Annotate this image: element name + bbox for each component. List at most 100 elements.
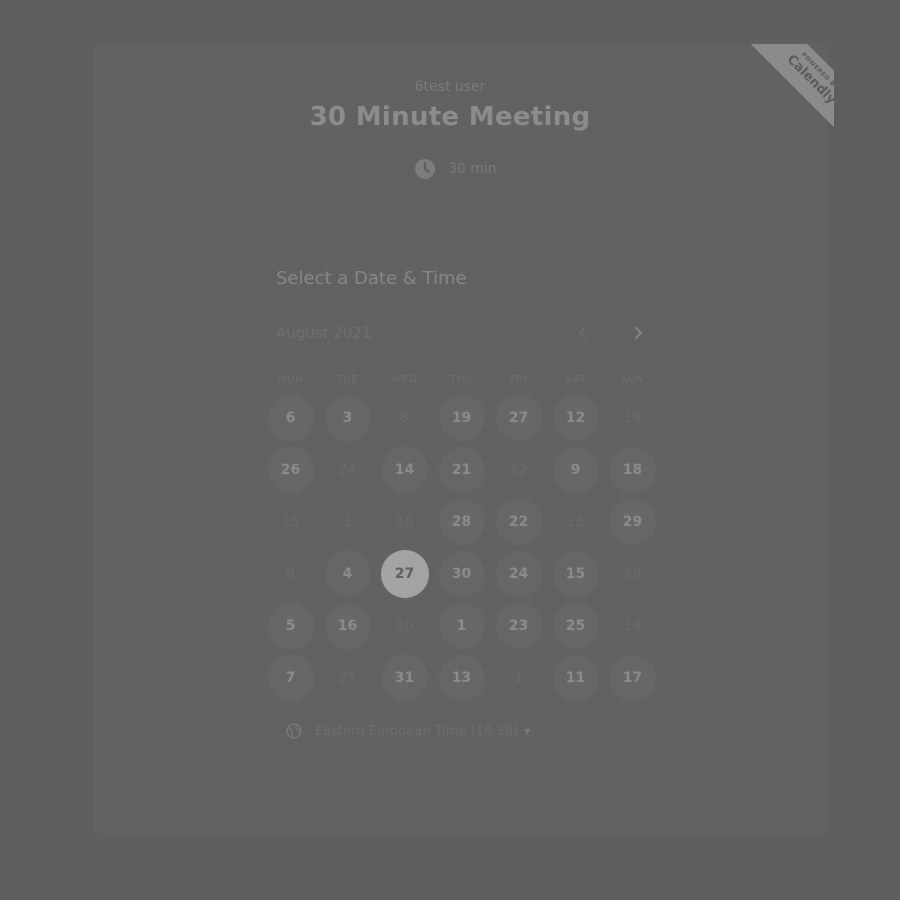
calendar-cell: 25 (547, 600, 604, 652)
weekday-tue: TUE (336, 374, 359, 385)
weekday-sun: SUN (621, 374, 644, 385)
weekday-mon: MON (277, 374, 304, 385)
calendar-day-unavailable: 10 (395, 618, 414, 634)
previous-month-button[interactable] (573, 322, 593, 344)
calendar-cell: 11 (547, 652, 604, 704)
calendar-day-unavailable: 29 (623, 566, 642, 582)
calendar-day-available[interactable]: 22 (495, 499, 542, 545)
calendar-day-available[interactable]: 7 (267, 655, 314, 701)
powered-by-ribbon[interactable]: POWERED BY Calendly (728, 44, 834, 152)
calendar-cell: 13 (547, 496, 604, 548)
calendar-day-unavailable: 8 (286, 566, 295, 582)
calendar-day-unavailable: 18 (395, 514, 414, 530)
calendar-cell: 18 (376, 496, 433, 548)
calendar-grid: 6 3 8 19 27 12 19 26 24 14 21 22 9 18 15 1 18 28 22 13 29 8 4 2… (262, 392, 661, 704)
calendar-day-available[interactable]: 23 (495, 603, 542, 649)
calendar-cell: 17 (604, 652, 661, 704)
weekday-wed: WED (391, 374, 418, 385)
calendar-cell: 29 (604, 548, 661, 600)
calendar-cell: 19 (433, 392, 490, 444)
calendar-cell: 27 (490, 392, 547, 444)
powered-by-badge[interactable]: POWERED BY Calendly (720, 44, 834, 152)
calendar-day-available[interactable]: 15 (552, 551, 599, 597)
calendar-cell: 15 (547, 548, 604, 600)
calendar-day-available[interactable]: 21 (438, 447, 485, 493)
calendar-cell: 7 (262, 652, 319, 704)
calendar-cell: 24 (490, 548, 547, 600)
calendar-day-available[interactable]: 4 (324, 551, 371, 597)
calendar-cell: 15 (262, 496, 319, 548)
caret-down-icon: ▼ (524, 726, 531, 736)
calendar-cell: 27 (376, 548, 433, 600)
month-label: August 2021 (276, 324, 372, 342)
select-date-heading: Select a Date & Time (276, 268, 467, 289)
calendar-day-unavailable: 8 (400, 410, 409, 426)
calendar-cell: 8 (262, 548, 319, 600)
weekday-header: MON TUE WED THU FRI SAT SUN (262, 374, 658, 385)
calendar-day-unavailable: 1 (343, 514, 352, 530)
calendar-cell: 14 (604, 600, 661, 652)
calendar-day-available[interactable]: 25 (552, 603, 599, 649)
calendar-day-unavailable: 15 (281, 514, 300, 530)
calendar-cell: 28 (433, 496, 490, 548)
calendar-cell: 29 (604, 496, 661, 548)
calendar-day-available[interactable]: 9 (552, 447, 599, 493)
calendar-day-available[interactable]: 5 (267, 603, 314, 649)
calendar-cell: 16 (319, 600, 376, 652)
calendar-cell: 18 (604, 444, 661, 496)
calendar-day-available[interactable]: 14 (381, 447, 428, 493)
calendar-day-available[interactable]: 24 (495, 551, 542, 597)
calendar-cell: 1 (433, 600, 490, 652)
calendar-day-unavailable: 14 (623, 618, 642, 634)
chevron-left-icon (578, 327, 586, 339)
calendar-day-available[interactable]: 16 (324, 603, 371, 649)
calendar-day-available[interactable]: 27 (495, 395, 542, 441)
calendar-day-available[interactable]: 6 (267, 395, 314, 441)
calendar-day-unavailable: 1 (514, 670, 523, 686)
calendar-day-available[interactable]: 17 (609, 655, 656, 701)
weekday-thu: THU (450, 374, 473, 385)
calendar-cell: 31 (376, 652, 433, 704)
calendar-day-available[interactable]: 19 (438, 395, 485, 441)
calendar-day-available[interactable]: 3 (324, 395, 371, 441)
calendar-day-available[interactable]: 31 (381, 655, 428, 701)
calendar-day-available[interactable]: 13 (438, 655, 485, 701)
calendar-cell: 4 (319, 548, 376, 600)
calendar-cell: 22 (490, 444, 547, 496)
calendar-cell: 21 (433, 444, 490, 496)
calendar-cell: 22 (490, 496, 547, 548)
event-title: 30 Minute Meeting (309, 102, 591, 132)
calendar-day-available[interactable]: 11 (552, 655, 599, 701)
calendar-cell: 3 (319, 392, 376, 444)
calendar-day-available[interactable]: 30 (438, 551, 485, 597)
calendar-day-available[interactable]: 26 (267, 447, 314, 493)
clock-icon (415, 159, 435, 179)
calendar-cell: 23 (490, 600, 547, 652)
calendar-cell: 9 (547, 444, 604, 496)
calendar-day-available[interactable]: 18 (609, 447, 656, 493)
calendar-cell: 13 (433, 652, 490, 704)
calendar-day-unavailable: 21 (338, 670, 357, 686)
calendar-cell: 26 (262, 444, 319, 496)
timezone-label: Eastern European Time (16:28) (315, 723, 519, 739)
calendar-cell: 5 (262, 600, 319, 652)
calendar-day-selected[interactable]: 27 (380, 550, 429, 598)
next-month-button[interactable] (628, 322, 648, 344)
calendar-cell: 6 (262, 392, 319, 444)
calendar-cell: 21 (319, 652, 376, 704)
calendar-day-available[interactable]: 1 (438, 603, 485, 649)
weekday-sat: SAT (565, 374, 586, 385)
chevron-right-icon (635, 327, 643, 339)
calendar-cell: 10 (376, 600, 433, 652)
timezone-selector[interactable]: Eastern European Time (16:28) ▼ (286, 723, 530, 739)
event-owner: 6test user (414, 79, 486, 95)
calendar-day-available[interactable]: 12 (552, 395, 599, 441)
calendar-day-available[interactable]: 29 (609, 499, 656, 545)
calendar-day-available[interactable]: 28 (438, 499, 485, 545)
calendar-cell: 14 (376, 444, 433, 496)
calendar-day-unavailable: 24 (338, 462, 357, 478)
calendar-cell: 12 (547, 392, 604, 444)
calendar-cell: 1 (490, 652, 547, 704)
calendar-cell: 30 (433, 548, 490, 600)
calendar-cell: 24 (319, 444, 376, 496)
